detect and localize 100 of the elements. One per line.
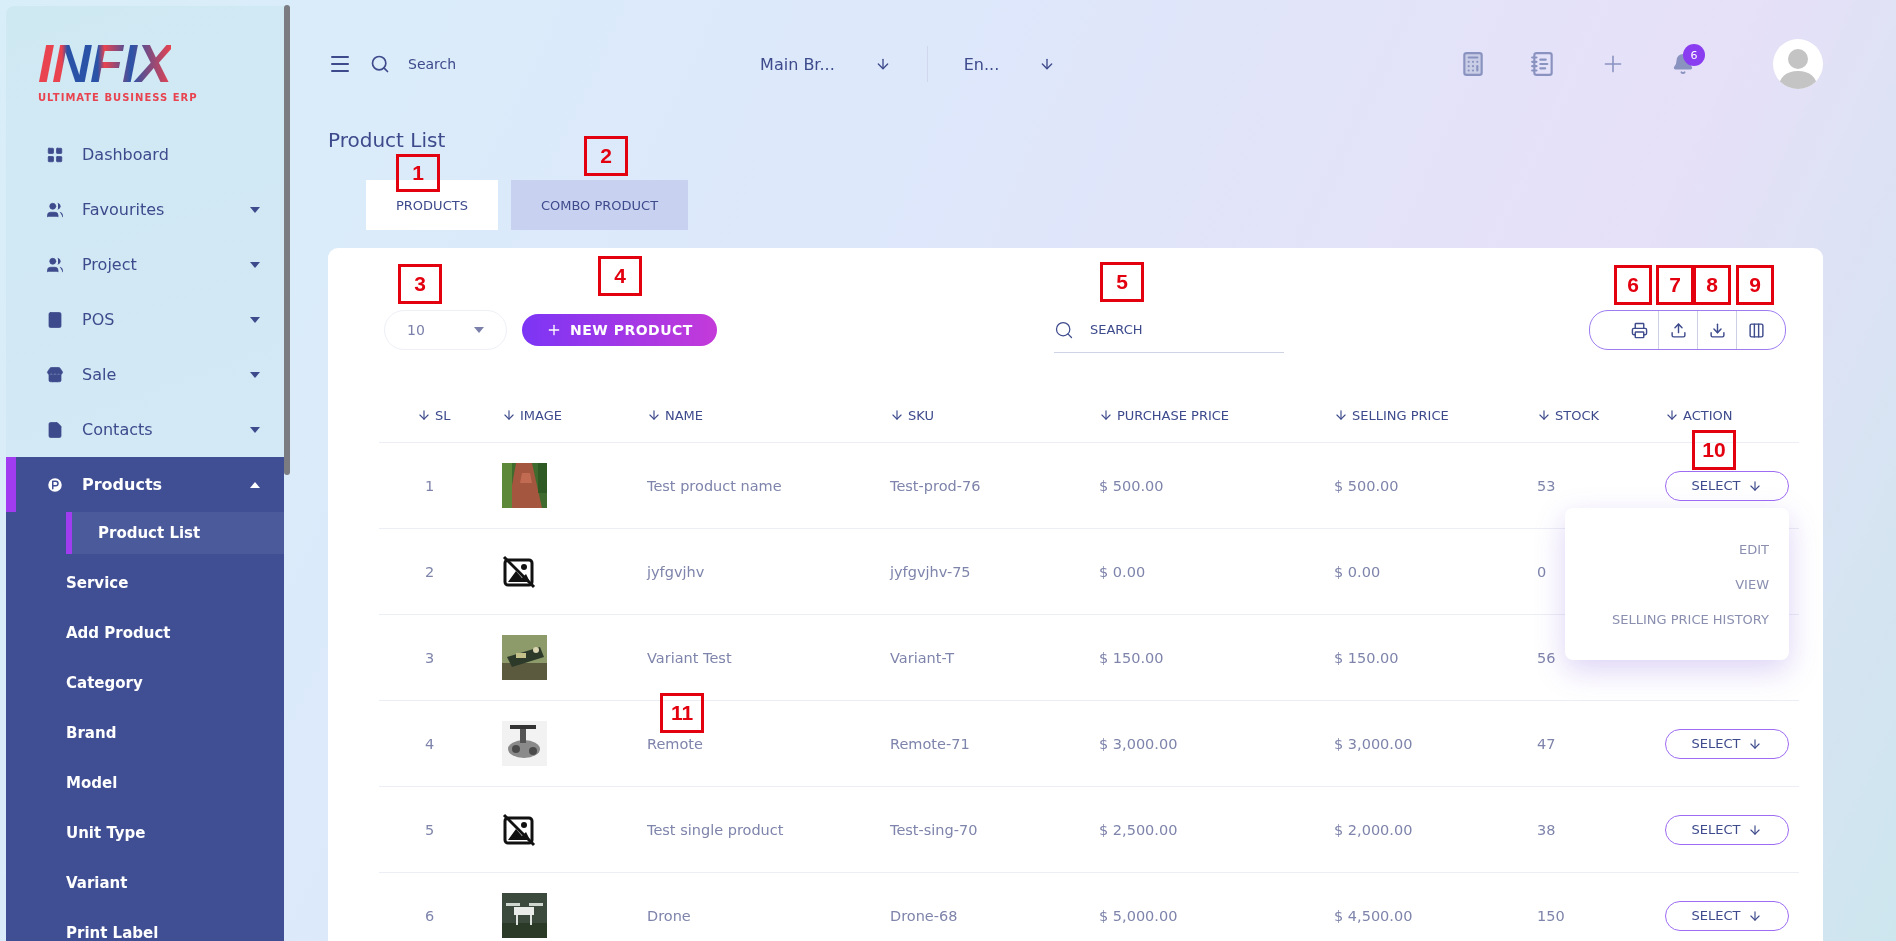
caret-down-icon [250,316,260,323]
sidebar-item[interactable]: Favourites [6,182,284,237]
table-cell: $ 500.00 [1099,477,1164,494]
column-header[interactable]: SELLING PRICE [1352,407,1449,423]
caret-up-icon [250,481,260,488]
search-field[interactable]: SEARCH [1054,307,1284,353]
table-cell: Drone-68 [890,907,958,924]
table-cell: $ 500.00 [1334,477,1399,494]
table-cell: Test single product [647,821,784,838]
sidebar-subitem[interactable]: Print Label [66,908,284,941]
callout-number: 7 [1656,265,1694,305]
arrow-down-icon [417,408,431,422]
table-cell: 4 [425,735,435,752]
document-icon [46,420,64,439]
table-cell: Remote [647,735,703,752]
search-icon [1054,319,1074,340]
sidebar-item[interactable]: Contacts [6,402,284,457]
no-image-icon [502,812,536,847]
table-cell: jyfgvjhv-75 [890,563,971,580]
sidebar-item[interactable]: Sale [6,347,284,402]
table-cell: Test product name [647,477,782,494]
table-cell: $ 3,000.00 [1099,735,1178,752]
callout-number: 1 [396,154,440,192]
tab[interactable]: COMBO PRODUCT [510,180,689,230]
sidebar-subitem[interactable]: Model [66,758,284,808]
table-cell: 56 [1537,649,1556,666]
select-button[interactable]: SELECT [1665,814,1789,845]
callout-number: 5 [1100,262,1144,302]
callout-number: 4 [598,256,642,296]
table-cell: 3 [425,649,435,666]
column-header[interactable]: SKU [908,407,934,423]
column-header[interactable]: PURCHASE PRICE [1117,407,1230,423]
arrow-down-icon [1537,408,1551,422]
sidebar-item[interactable]: Products [6,457,284,512]
search-icon[interactable] [370,54,390,74]
table-cell: $ 2,000.00 [1334,821,1413,838]
sidebar-subitem[interactable]: Variant [66,858,284,908]
column-header[interactable]: ACTION [1683,407,1733,423]
store-icon [46,365,64,384]
callout-number: 8 [1693,265,1731,305]
callout-number: 11 [660,693,704,733]
caret-down-icon [250,371,260,378]
table-cell: Variant-T [890,649,955,666]
users-icon [46,255,64,274]
table-cell: 38 [1537,821,1556,838]
grid-icon [46,145,64,164]
upload-icon[interactable] [1669,321,1687,339]
header-dropdown[interactable]: Main Br... [742,54,909,74]
tab[interactable]: PRODUCTS [366,180,498,230]
column-header[interactable]: SL [435,407,451,423]
sidebar-item[interactable]: Project [6,237,284,292]
callout-number: 10 [1692,430,1736,470]
table-cell: 5 [425,821,435,838]
arrow-down-icon [1334,408,1348,422]
notification-badge: 6 [1683,44,1705,66]
download-icon[interactable] [1708,321,1726,339]
sidebar-subitem[interactable]: Brand [66,708,284,758]
sidebar-subitem[interactable]: Unit Type [66,808,284,858]
sidebar-subitem[interactable]: Service [66,558,284,608]
sidebar-item[interactable]: POS [6,292,284,347]
select-button[interactable]: SELECT [1665,728,1789,759]
sidebar-subitem[interactable]: Product List [66,512,284,554]
table-cell: 150 [1537,907,1565,924]
caret-down-icon [474,327,484,333]
table-cell: Remote-71 [890,735,970,752]
scrollbar-thumb[interactable] [284,5,290,475]
page-title: Product List [328,128,447,152]
column-header[interactable]: NAME [665,407,704,423]
column-header[interactable]: STOCK [1555,407,1600,423]
sidebar-subitem[interactable]: Add Product [66,608,284,658]
callout-number: 2 [584,136,628,176]
no-image-icon [502,554,536,589]
table-cell: $ 0.00 [1334,563,1381,580]
sidebar-subitem[interactable]: Category [66,658,284,708]
table-cell: $ 150.00 [1334,649,1399,666]
circle-p-icon [46,475,64,494]
sidebar-item[interactable]: Dashboard [6,127,284,182]
table-cell: Variant Test [647,649,732,666]
table-cell: $ 150.00 [1099,649,1164,666]
caret-down-icon [250,426,260,433]
print-icon[interactable] [1630,321,1648,339]
table-cell: 0 [1537,563,1547,580]
search-field[interactable]: Search [408,56,457,72]
table-cell: 1 [425,477,435,494]
table-cell: 53 [1537,477,1556,494]
arrow-down-icon [1665,408,1679,422]
select-button[interactable]: SELECT [1665,900,1789,931]
table-cell: jyfgvjhv [647,563,705,580]
columns-icon[interactable] [1747,321,1765,339]
select-button[interactable]: SELECT [1665,470,1789,501]
arrow-down-icon [1099,408,1113,422]
header-dropdown[interactable]: En... [945,54,1074,74]
callout-number: 3 [398,264,442,304]
new-product-button[interactable]: NEW PRODUCT [522,314,717,346]
table-cell: Drone [647,907,691,924]
table-cell: $ 3,000.00 [1334,735,1413,752]
table-cell: 47 [1537,735,1556,752]
table-cell: 2 [425,563,435,580]
column-header[interactable]: IMAGE [520,407,562,423]
caret-down-icon [250,206,260,213]
